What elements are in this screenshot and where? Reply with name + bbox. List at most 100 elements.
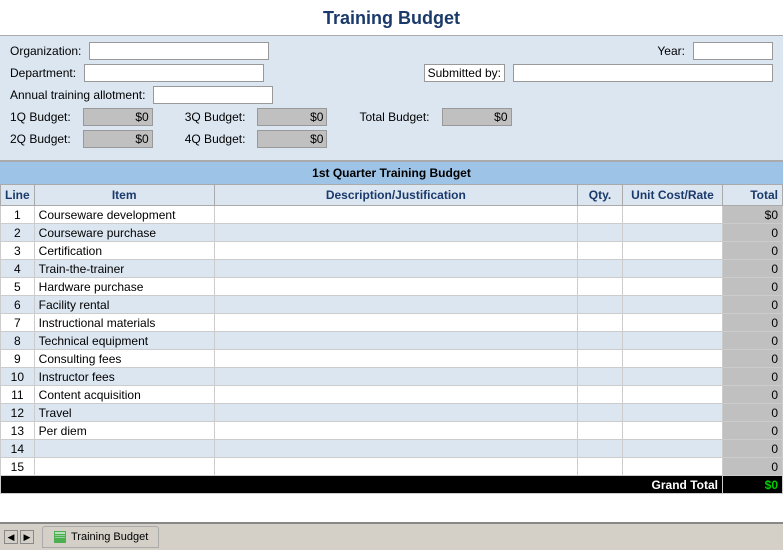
cell-desc[interactable]	[214, 458, 577, 476]
cell-desc[interactable]	[214, 368, 577, 386]
cell-qty[interactable]	[578, 368, 623, 386]
cell-line: 15	[1, 458, 35, 476]
cell-desc[interactable]	[214, 422, 577, 440]
cell-desc[interactable]	[214, 296, 577, 314]
col-header-item: Item	[34, 185, 214, 206]
cell-total: 0	[723, 278, 783, 296]
cell-rate[interactable]	[623, 422, 723, 440]
cell-rate[interactable]	[623, 314, 723, 332]
cell-qty[interactable]	[578, 404, 623, 422]
cell-item: Content acquisition	[34, 386, 214, 404]
cell-qty[interactable]	[578, 458, 623, 476]
cell-line: 8	[1, 332, 35, 350]
cell-desc[interactable]	[214, 260, 577, 278]
year-input[interactable]	[693, 42, 773, 60]
cell-line: 6	[1, 296, 35, 314]
cell-qty[interactable]	[578, 332, 623, 350]
tab-prev-btn[interactable]: ◀	[4, 530, 18, 544]
grand-total-row: Grand Total $0	[1, 476, 783, 494]
cell-rate[interactable]	[623, 242, 723, 260]
cell-qty[interactable]	[578, 422, 623, 440]
cell-rate[interactable]	[623, 404, 723, 422]
cell-rate[interactable]	[623, 206, 723, 224]
cell-desc[interactable]	[214, 206, 577, 224]
dept-input[interactable]	[84, 64, 264, 82]
q2-input	[83, 130, 153, 148]
q4-input	[257, 130, 327, 148]
cell-desc[interactable]	[214, 440, 577, 458]
col-header-desc: Description/Justification	[214, 185, 577, 206]
cell-qty[interactable]	[578, 278, 623, 296]
cell-rate[interactable]	[623, 278, 723, 296]
submitted-label: Submitted by:	[424, 64, 505, 82]
cell-line: 9	[1, 350, 35, 368]
table-row: 15 0	[1, 458, 783, 476]
cell-total: 0	[723, 458, 783, 476]
cell-rate[interactable]	[623, 332, 723, 350]
tab-next-btn[interactable]: ▶	[20, 530, 34, 544]
cell-rate[interactable]	[623, 368, 723, 386]
org-input[interactable]	[89, 42, 269, 60]
tab-scroll-area: ◀ ▶	[4, 530, 34, 544]
cell-rate[interactable]	[623, 260, 723, 278]
cell-line: 7	[1, 314, 35, 332]
table-row: 9 Consulting fees 0	[1, 350, 783, 368]
cell-desc[interactable]	[214, 242, 577, 260]
col-header-qty: Qty.	[578, 185, 623, 206]
q2-label: 2Q Budget:	[10, 132, 71, 146]
cell-item: Hardware purchase	[34, 278, 214, 296]
annual-input[interactable]	[153, 86, 273, 104]
q1-label: 1Q Budget:	[10, 110, 71, 124]
grand-total-label: Grand Total	[1, 476, 723, 494]
table-row: 14 0	[1, 440, 783, 458]
table-row: 8 Technical equipment 0	[1, 332, 783, 350]
main-window: Training Budget Organization: Year: Depa…	[0, 0, 783, 550]
cell-qty[interactable]	[578, 260, 623, 278]
cell-rate[interactable]	[623, 440, 723, 458]
cell-qty[interactable]	[578, 386, 623, 404]
cell-desc[interactable]	[214, 404, 577, 422]
cell-line: 5	[1, 278, 35, 296]
form-row-annual: Annual training allotment:	[10, 86, 773, 104]
table-row: 5 Hardware purchase 0	[1, 278, 783, 296]
table-row: 3 Certification 0	[1, 242, 783, 260]
cell-qty[interactable]	[578, 206, 623, 224]
cell-line: 14	[1, 440, 35, 458]
dept-label: Department:	[10, 66, 76, 80]
table-wrapper: Line Item Description/Justification Qty.…	[0, 184, 783, 522]
cell-rate[interactable]	[623, 224, 723, 242]
cell-item	[34, 440, 214, 458]
cell-qty[interactable]	[578, 296, 623, 314]
cell-total: 0	[723, 242, 783, 260]
cell-total: 0	[723, 224, 783, 242]
cell-desc[interactable]	[214, 314, 577, 332]
cell-qty[interactable]	[578, 440, 623, 458]
cell-qty[interactable]	[578, 242, 623, 260]
cell-desc[interactable]	[214, 278, 577, 296]
cell-rate[interactable]	[623, 386, 723, 404]
annual-label: Annual training allotment:	[10, 88, 145, 102]
cell-item: Consulting fees	[34, 350, 214, 368]
cell-line: 13	[1, 422, 35, 440]
cell-qty[interactable]	[578, 314, 623, 332]
cell-rate[interactable]	[623, 350, 723, 368]
cell-item: Certification	[34, 242, 214, 260]
cell-qty[interactable]	[578, 224, 623, 242]
q4-label: 4Q Budget:	[185, 132, 246, 146]
page-title: Training Budget	[0, 0, 783, 35]
cell-item: Courseware purchase	[34, 224, 214, 242]
cell-item: Courseware development	[34, 206, 214, 224]
cell-desc[interactable]	[214, 350, 577, 368]
submitted-input[interactable]	[513, 64, 773, 82]
cell-item: Technical equipment	[34, 332, 214, 350]
tab-label: Training Budget	[71, 531, 148, 543]
tab-training-budget[interactable]: Training Budget	[42, 526, 159, 548]
cell-desc[interactable]	[214, 224, 577, 242]
cell-desc[interactable]	[214, 332, 577, 350]
cell-desc[interactable]	[214, 386, 577, 404]
cell-qty[interactable]	[578, 350, 623, 368]
cell-rate[interactable]	[623, 458, 723, 476]
cell-rate[interactable]	[623, 296, 723, 314]
cell-total: 0	[723, 422, 783, 440]
cell-total: 0	[723, 440, 783, 458]
